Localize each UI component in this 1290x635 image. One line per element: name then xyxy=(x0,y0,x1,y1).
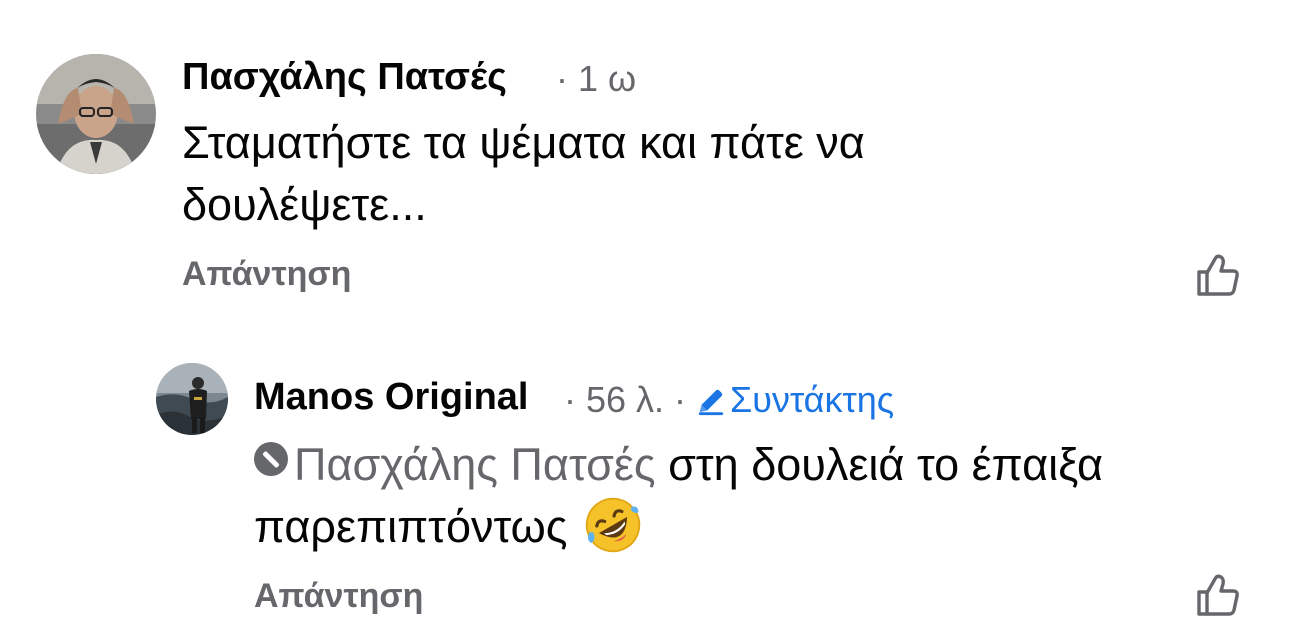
profile-photo xyxy=(36,54,156,174)
comment-author[interactable]: Πασχάλης Πατσές xyxy=(182,56,507,99)
comment-meta: · 56 λ. · Συντάκτης xyxy=(564,379,894,421)
blocked-icon xyxy=(254,442,288,476)
avatar[interactable] xyxy=(156,363,228,435)
comments-thread: Πασχάλης Πατσές · 1 ω Σταματήστε τα ψέμα… xyxy=(0,0,1290,635)
mention-name: Πασχάλης Πατσές xyxy=(294,439,656,490)
reply-button[interactable]: Απάντηση xyxy=(182,255,351,294)
reply-button[interactable]: Απάντηση xyxy=(254,577,423,616)
pencil-icon xyxy=(698,389,724,416)
comment-author[interactable]: Manos Original xyxy=(254,376,528,419)
rolling-on-floor-laughing-emoji xyxy=(585,497,641,553)
like-button[interactable] xyxy=(1194,571,1242,619)
mention-link[interactable]: Πασχάλης Πατσές xyxy=(254,439,656,490)
avatar[interactable] xyxy=(36,54,156,174)
comment-timestamp[interactable]: · 56 λ. · xyxy=(564,379,696,420)
thumbs-up-icon xyxy=(1197,254,1239,296)
thumbs-up-icon xyxy=(1197,574,1239,616)
editor-badge-label: Συντάκτης xyxy=(730,379,895,420)
profile-photo xyxy=(156,363,228,435)
editor-badge: Συντάκτης xyxy=(696,379,894,420)
comment-text: Πασχάλης Πατσές στη δουλειά το έπαιξα πα… xyxy=(254,434,1264,558)
comment-timestamp[interactable]: · 1 ω xyxy=(556,58,636,100)
comment-text: Σταματήστε τα ψέματα και πάτε να δουλέψε… xyxy=(182,117,865,230)
like-button[interactable] xyxy=(1194,251,1242,299)
